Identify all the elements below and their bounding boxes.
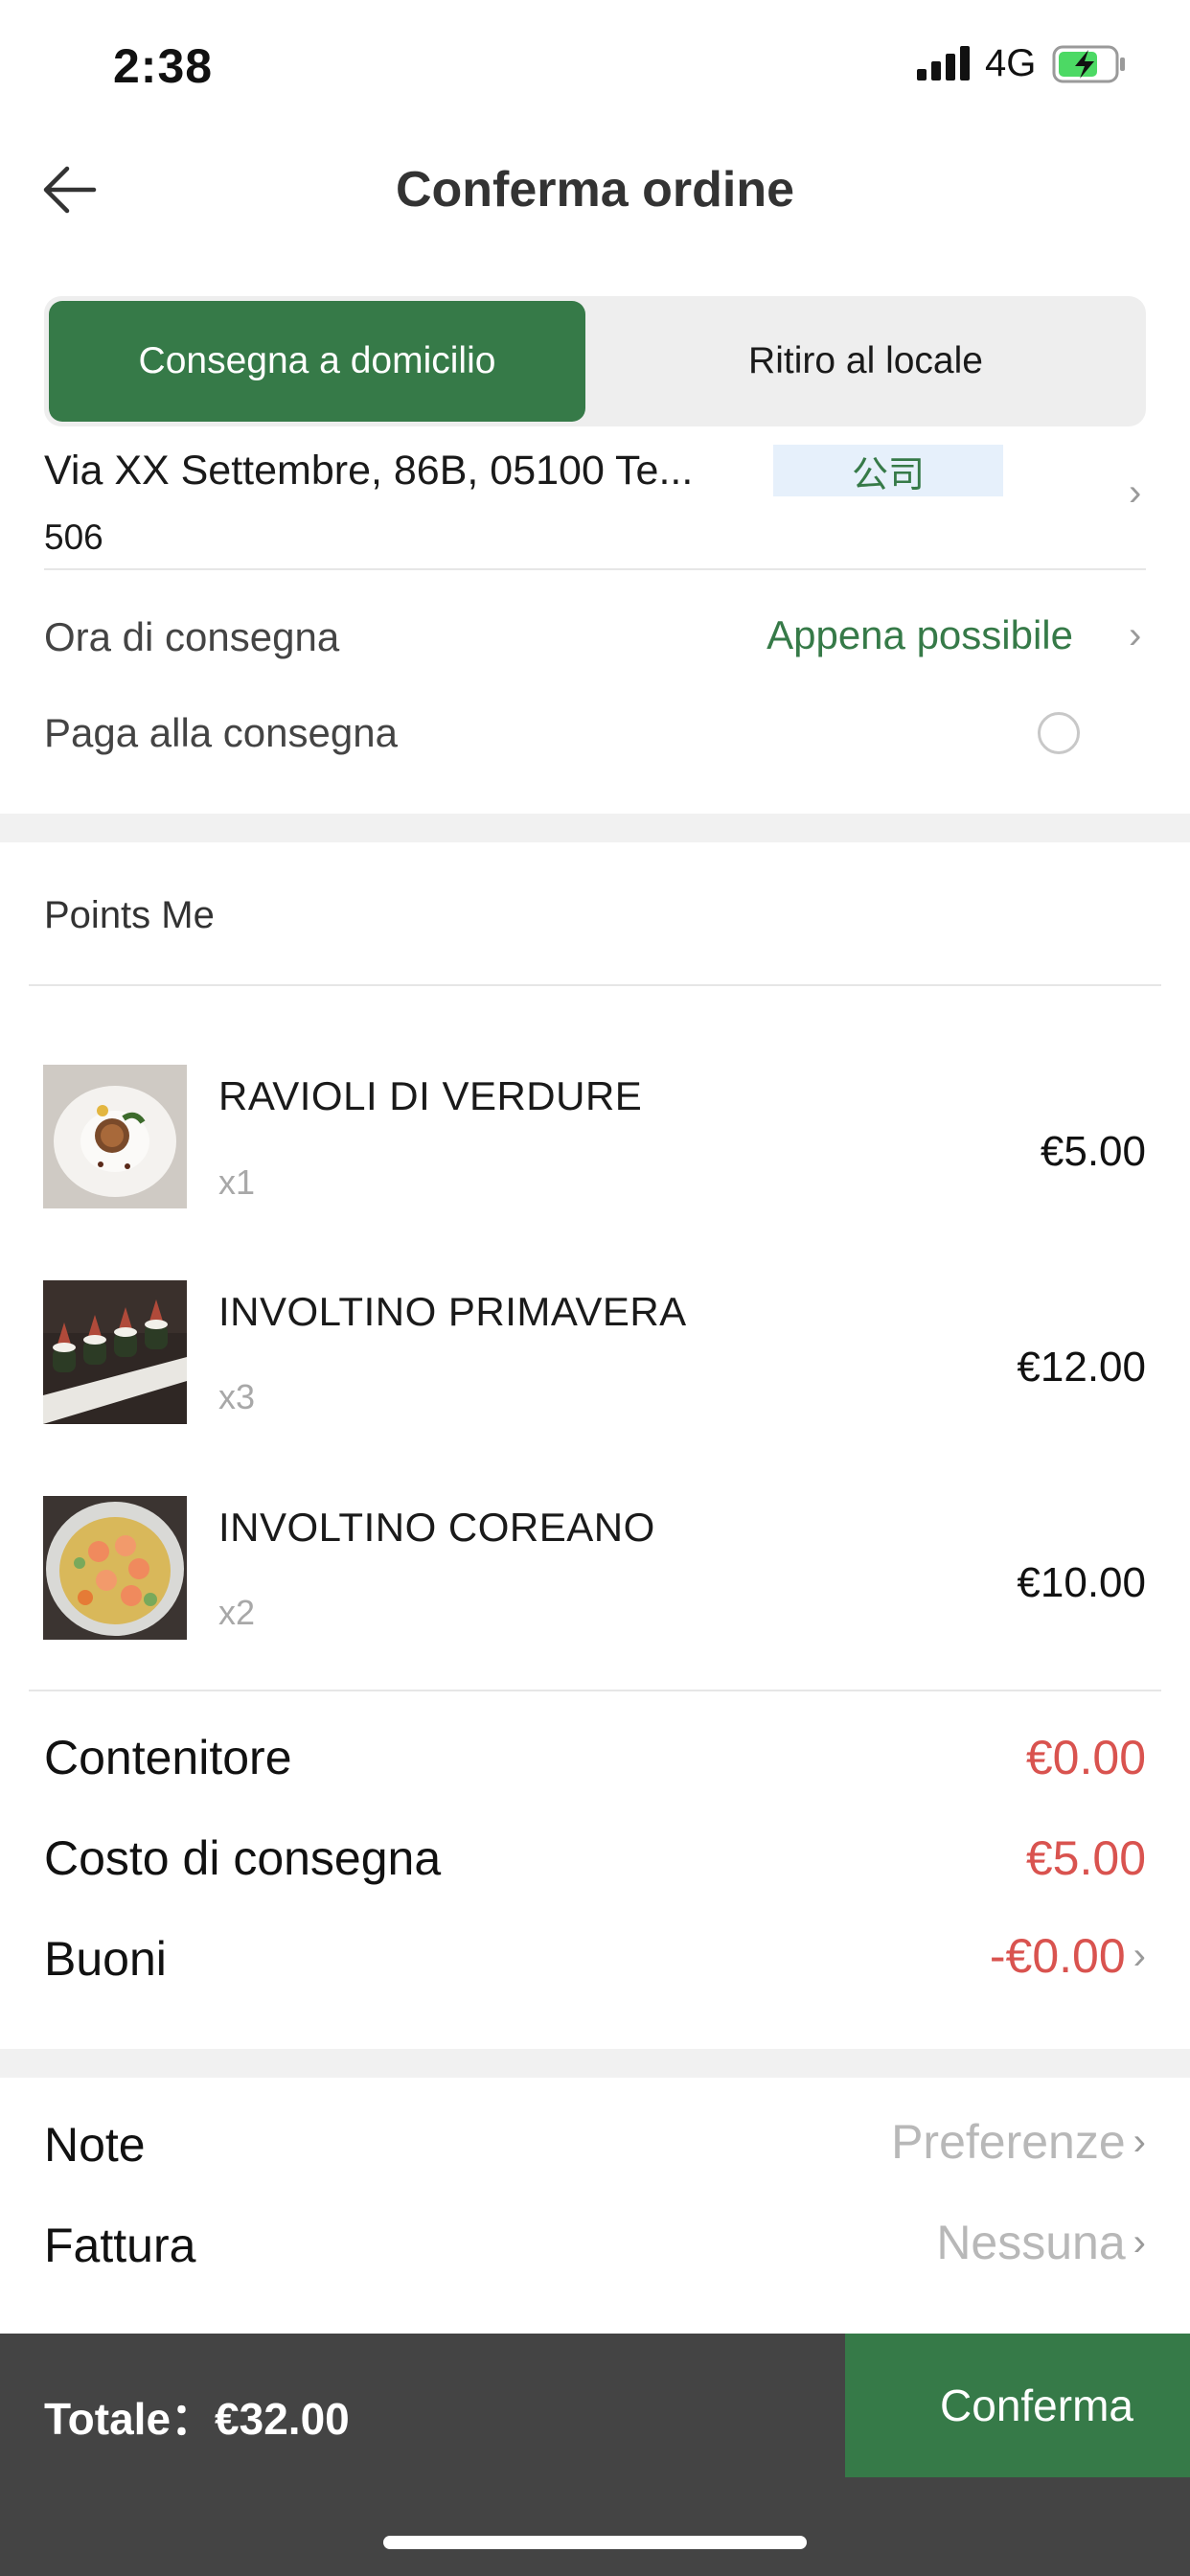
container-fee-value: €0.00 (1025, 1731, 1146, 1784)
container-fee-label: Contenitore (44, 1731, 292, 1784)
shop-name: Points Me (44, 894, 215, 936)
divider (44, 568, 1146, 570)
divider (29, 984, 1161, 986)
item-name: INVOLTINO PRIMAVERA (218, 1289, 687, 1334)
ravioli-photo-icon (43, 1065, 187, 1208)
item-image-korean-roll (43, 1496, 187, 1640)
item-qty: x2 (218, 1593, 256, 1632)
pay-on-delivery-radio[interactable] (1038, 712, 1080, 754)
notes-selector[interactable]: Preferenze › (891, 2114, 1146, 2170)
status-time: 2:38 (113, 39, 214, 93)
vouchers-selector[interactable]: -€0.00 › (990, 1928, 1146, 1984)
notes-value: Preferenze (891, 2115, 1126, 2169)
section-separator (0, 2049, 1190, 2078)
item-qty: x1 (218, 1162, 256, 1202)
item-price: €12.00 (1017, 1344, 1146, 1391)
item-qty: x3 (218, 1377, 256, 1416)
item-image-ravioli (43, 1065, 187, 1208)
home-indicator[interactable] (383, 2536, 807, 2549)
chevron-right-icon: › (1133, 2120, 1146, 2163)
tab-pickup[interactable]: Ritiro al locale (585, 301, 1146, 422)
spring-roll-photo-icon (43, 1280, 187, 1424)
delivery-time-chevron-icon[interactable]: › (1129, 614, 1141, 657)
item-name: INVOLTINO COREANO (218, 1505, 655, 1550)
vouchers-value: -€0.00 (989, 1929, 1126, 1983)
item-name: RAVIOLI DI VERDURE (218, 1073, 643, 1118)
tab-home-delivery[interactable]: Consegna a domicilio (49, 301, 585, 422)
item-price: €10.00 (1017, 1559, 1146, 1606)
address-chevron-icon[interactable]: › (1129, 472, 1141, 515)
signal-icon (917, 46, 970, 80)
invoice-label: Fattura (44, 2219, 196, 2272)
address-detail: 506 (44, 518, 103, 557)
divider (29, 1690, 1161, 1691)
order-total: Totale：€32.00 (44, 2394, 350, 2444)
delivery-cost-value: €5.00 (1025, 1831, 1146, 1885)
delivery-time-label: Ora di consegna (44, 614, 340, 659)
item-image-spring-roll (43, 1280, 187, 1424)
delivery-time-value[interactable]: Appena possibile (767, 612, 1073, 658)
vouchers-label: Buoni (44, 1932, 167, 1986)
page-title: Conferma ordine (395, 162, 795, 218)
section-separator (0, 814, 1190, 842)
battery-charging-icon (1052, 45, 1125, 83)
confirm-button[interactable]: Conferma (845, 2334, 1190, 2477)
network-type: 4G (985, 42, 1037, 84)
invoice-selector[interactable]: Nessuna › (936, 2215, 1146, 2270)
korean-roll-photo-icon (43, 1496, 187, 1640)
address-line[interactable]: Via XX Settembre, 86B, 05100 Te... (44, 448, 693, 494)
chevron-right-icon: › (1133, 2220, 1146, 2264)
pay-on-delivery-label: Paga alla consegna (44, 710, 398, 755)
delivery-cost-label: Costo di consegna (44, 1831, 442, 1885)
item-price: €5.00 (1040, 1128, 1146, 1175)
address-tag: 公司 (773, 445, 1003, 496)
chevron-right-icon: › (1133, 1934, 1146, 1977)
invoice-value: Nessuna (936, 2216, 1126, 2269)
notes-label: Note (44, 2118, 146, 2172)
